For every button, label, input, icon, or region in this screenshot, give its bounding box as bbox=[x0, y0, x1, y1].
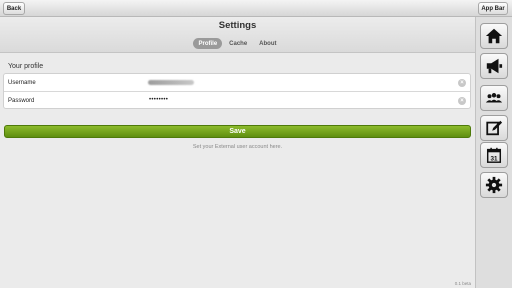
tab-profile[interactable]: Profile bbox=[193, 38, 223, 49]
profile-form: Username × Password •••••••• × bbox=[3, 73, 471, 109]
version-label: 0.1 beta bbox=[454, 281, 471, 286]
top-bar: Back App Bar bbox=[0, 0, 512, 17]
calendar-icon: 31 bbox=[486, 147, 502, 163]
gear-icon bbox=[485, 176, 503, 194]
announcements-button[interactable] bbox=[480, 53, 508, 79]
back-button[interactable]: Back bbox=[3, 2, 25, 15]
clear-icon[interactable]: × bbox=[458, 78, 466, 87]
username-row: Username × bbox=[4, 74, 470, 92]
username-input[interactable] bbox=[146, 75, 458, 90]
app-bar-button[interactable]: App Bar bbox=[478, 2, 508, 15]
username-label: Username bbox=[8, 79, 36, 86]
calendar-day: 31 bbox=[490, 155, 498, 162]
settings-button[interactable] bbox=[480, 172, 508, 198]
people-icon bbox=[485, 93, 503, 103]
settings-header: Settings Profile Cache About bbox=[0, 17, 475, 53]
people-button[interactable] bbox=[480, 85, 508, 111]
edit-icon bbox=[486, 120, 503, 136]
clear-icon[interactable]: × bbox=[458, 97, 466, 105]
app-sidebar: 31 bbox=[475, 17, 512, 288]
save-button[interactable]: Save bbox=[4, 125, 471, 138]
password-label: Password bbox=[8, 98, 35, 104]
megaphone-icon bbox=[486, 58, 503, 74]
settings-tabs: Profile Cache About bbox=[0, 38, 475, 49]
password-row: Password •••••••• × bbox=[4, 92, 470, 110]
account-hint: Set your External user account here. bbox=[192, 144, 283, 150]
password-input[interactable] bbox=[146, 94, 458, 108]
page-title: Settings bbox=[218, 20, 257, 31]
tab-cache[interactable]: Cache bbox=[224, 38, 252, 49]
home-button[interactable] bbox=[480, 23, 508, 49]
calendar-button[interactable]: 31 bbox=[480, 142, 508, 168]
home-icon bbox=[485, 28, 503, 44]
edit-button[interactable] bbox=[480, 115, 508, 141]
settings-panel: Settings Profile Cache About Your profil… bbox=[0, 17, 475, 288]
section-title: Your profile bbox=[8, 63, 44, 70]
tab-about[interactable]: About bbox=[254, 38, 281, 49]
